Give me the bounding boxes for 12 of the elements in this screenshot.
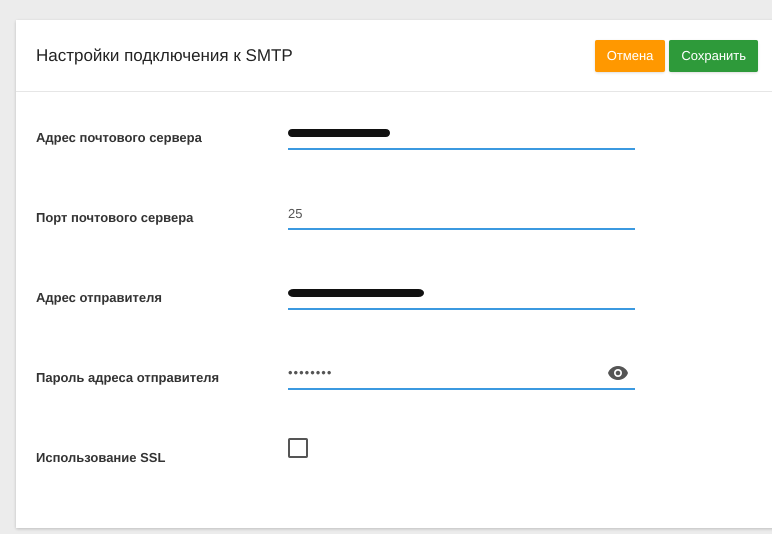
save-button[interactable]: Сохранить xyxy=(669,40,758,72)
field-label: Адрес отправителя xyxy=(36,289,163,308)
input-field[interactable]: 25 xyxy=(288,198,635,230)
field-label: Адрес почтового сервера xyxy=(36,129,203,148)
field-label: Использование SSL xyxy=(36,449,166,468)
panel-title: Настройки подключения к SMTP xyxy=(36,44,293,67)
field-label: Пароль адреса отправителя xyxy=(36,369,220,388)
checkbox[interactable] xyxy=(288,438,308,458)
eye-icon[interactable] xyxy=(607,365,629,381)
password-value: •••••••• xyxy=(288,364,332,382)
field-label: Порт почтового сервера xyxy=(36,209,194,228)
password-field[interactable]: •••••••• xyxy=(288,358,635,390)
